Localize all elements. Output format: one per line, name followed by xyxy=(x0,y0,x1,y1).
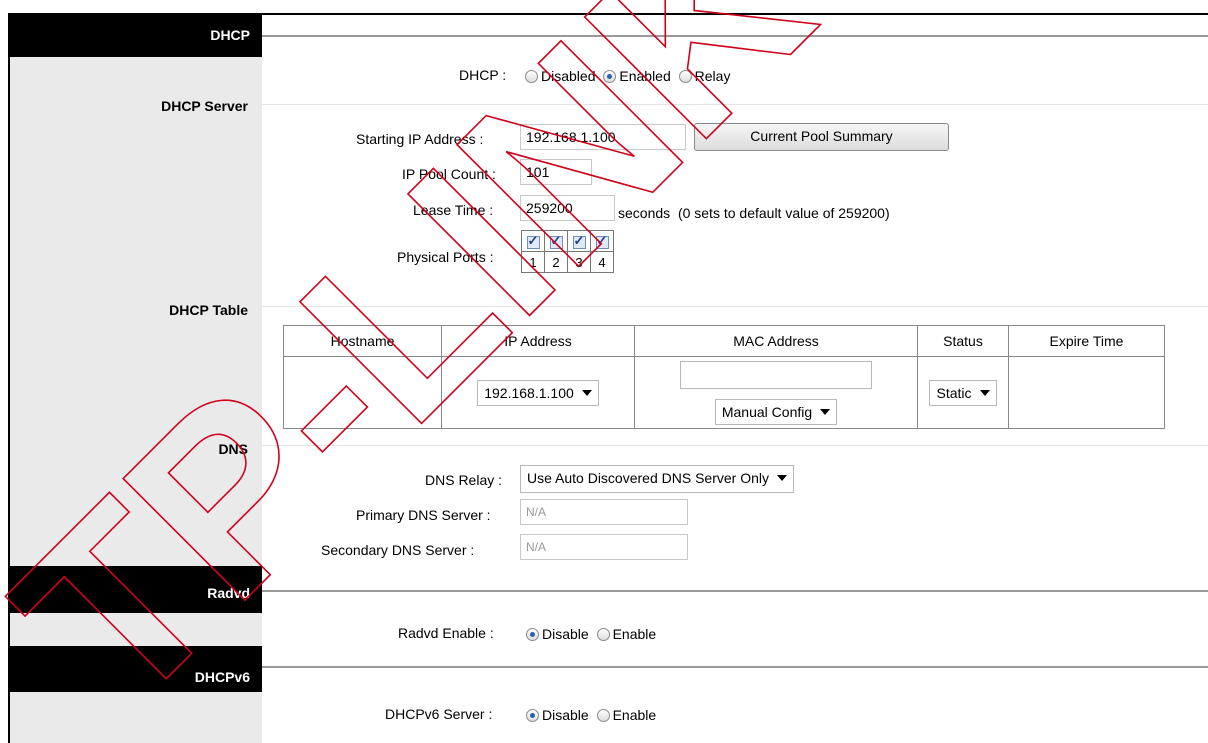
port-3-cell xyxy=(567,230,591,252)
port-1-label: 1 xyxy=(521,251,545,273)
sidebar xyxy=(10,15,262,743)
hostname-cell xyxy=(283,356,442,429)
lease-time-input[interactable]: 259200 xyxy=(520,195,615,221)
primary-dns-input[interactable]: N/A xyxy=(520,499,688,525)
port-3-checkbox[interactable] xyxy=(572,233,586,249)
port-2-cell xyxy=(544,230,568,252)
lease-unit: seconds (0 sets to default value of 2592… xyxy=(618,205,890,221)
dhcp-mode-group: Disabled Enabled Relay xyxy=(525,68,734,84)
mac-address-input[interactable] xyxy=(680,360,872,389)
section-header-dhcpv6: DHCPv6 xyxy=(10,646,262,692)
lease-unit-text: seconds xyxy=(618,205,671,221)
dhcpv6-enable-label: Enable xyxy=(612,707,657,723)
dhcpv6-disable-label: Disable xyxy=(542,707,589,723)
secondary-dns-input[interactable]: N/A xyxy=(520,534,688,560)
divider xyxy=(262,590,1208,592)
radio-disabled-label: Disabled xyxy=(541,68,596,84)
port-2-checkbox[interactable] xyxy=(549,233,563,249)
port-4-checkbox[interactable] xyxy=(595,233,609,249)
physical-ports-grid: 1 2 3 4 xyxy=(521,230,614,273)
divider xyxy=(262,666,1208,668)
section-header-dhcp: DHCP xyxy=(10,15,262,57)
table-header-row: Hostname IP Address MAC Address Status E… xyxy=(283,325,1165,357)
radvd-disable-radio[interactable] xyxy=(526,628,539,641)
chevron-down-icon xyxy=(820,408,831,415)
radio-enabled[interactable] xyxy=(603,70,617,83)
divider xyxy=(262,35,1208,37)
section-label-dhcp-table: DHCP Table xyxy=(169,302,248,318)
ip-address-select[interactable]: 192.168.1.100 xyxy=(477,379,599,406)
current-pool-summary-button[interactable]: Current Pool Summary xyxy=(694,123,949,151)
status-select-value: Static xyxy=(936,384,972,401)
port-3-label: 3 xyxy=(567,251,591,273)
dns-relay-select[interactable]: Use Auto Discovered DNS Server Only xyxy=(520,465,794,493)
pool-count-label: IP Pool Count : xyxy=(402,166,496,182)
start-ip-input[interactable]: 192.168.1.100 xyxy=(520,124,686,150)
radvd-disable-label: Disable xyxy=(542,626,589,642)
col-hostname: Hostname xyxy=(283,325,442,357)
lease-hint: (0 sets to default value of 259200) xyxy=(677,205,890,221)
mac-config-select[interactable]: Manual Config xyxy=(714,398,838,425)
col-ip-address: IP Address xyxy=(441,325,635,357)
dns-relay-label: DNS Relay : xyxy=(425,472,503,488)
dns-relay-select-value: Use Auto Discovered DNS Server Only xyxy=(527,470,769,486)
divider xyxy=(262,306,1208,307)
chevron-down-icon xyxy=(581,389,592,396)
lease-time-label: Lease Time : xyxy=(413,202,494,218)
radio-relay-label: Relay xyxy=(694,68,731,84)
section-header-radvd: Radvd xyxy=(10,566,262,613)
divider xyxy=(262,104,1208,105)
ip-address-select-value: 192.168.1.100 xyxy=(484,384,574,401)
radvd-enable-label: Enable xyxy=(612,626,657,642)
col-mac-address: MAC Address xyxy=(634,325,918,357)
port-1-checkbox[interactable] xyxy=(526,233,540,249)
dhcpv6-server-label: DHCPv6 Server : xyxy=(385,706,493,722)
dhcpv6-enable-radio[interactable] xyxy=(596,709,610,722)
radio-relay[interactable] xyxy=(678,70,692,83)
section-label-dns: DNS xyxy=(218,441,248,457)
chevron-down-icon xyxy=(979,389,990,396)
pool-count-input[interactable]: 101 xyxy=(520,159,592,185)
secondary-dns-label: Secondary DNS Server : xyxy=(321,542,475,558)
radio-disabled[interactable] xyxy=(525,70,538,83)
radvd-enable-label: Radvd Enable : xyxy=(398,625,494,641)
radvd-enable-radio[interactable] xyxy=(596,628,610,641)
dhcp-mode-label: DHCP : xyxy=(459,67,507,83)
physical-ports-label: Physical Ports : xyxy=(397,249,494,265)
radio-enabled-label: Enabled xyxy=(619,68,671,84)
table-row: 192.168.1.100 Manual Config Static xyxy=(283,356,1165,429)
status-cell: Static xyxy=(917,356,1009,429)
port-4-label: 4 xyxy=(590,251,614,273)
port-4-cell xyxy=(590,230,614,252)
dhcpv6-disable-radio[interactable] xyxy=(526,709,539,722)
mac-config-select-value: Manual Config xyxy=(721,403,813,420)
chevron-down-icon xyxy=(776,475,787,481)
primary-dns-label: Primary DNS Server : xyxy=(356,507,491,523)
section-label-dhcp-server: DHCP Server xyxy=(161,98,248,114)
ip-cell: 192.168.1.100 xyxy=(441,356,635,429)
port-2-label: 2 xyxy=(544,251,568,273)
start-ip-label: Starting IP Address : xyxy=(356,131,484,147)
radvd-radio-group: Disable Enable xyxy=(526,626,660,642)
col-expire-time: Expire Time xyxy=(1008,325,1165,357)
mac-cell: Manual Config xyxy=(634,356,918,429)
status-select[interactable]: Static xyxy=(929,379,997,406)
col-status: Status xyxy=(917,325,1009,357)
expire-time-cell xyxy=(1008,356,1165,429)
port-1-cell xyxy=(521,230,545,252)
dhcp-table: Hostname IP Address MAC Address Status E… xyxy=(283,325,1165,429)
divider xyxy=(262,445,1208,446)
dhcpv6-radio-group: Disable Enable xyxy=(526,707,660,723)
